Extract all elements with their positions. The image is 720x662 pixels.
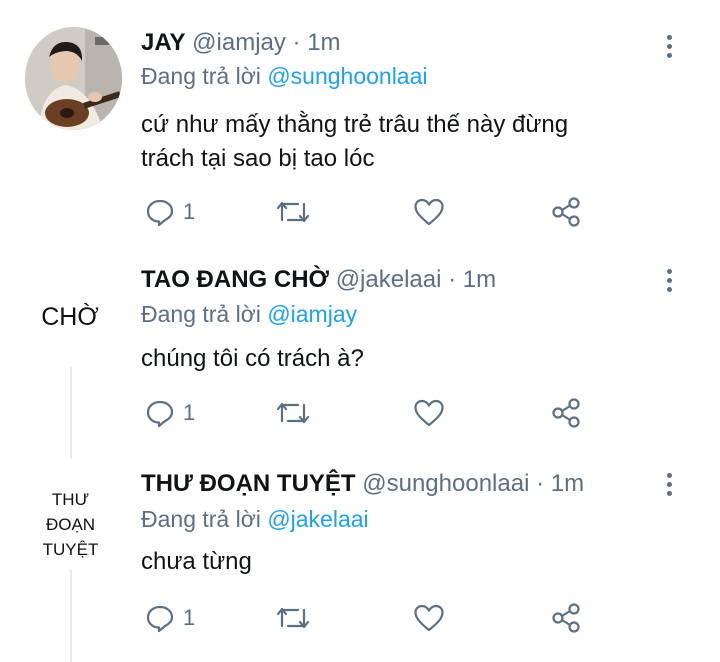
- avatar[interactable]: CHỜ: [30, 297, 110, 337]
- heart-icon: [414, 198, 444, 226]
- tweet-text: cứ như mấy thằng trẻ trâu thế này đừng t…: [141, 108, 661, 176]
- like-button[interactable]: [413, 398, 445, 428]
- avatar[interactable]: [25, 27, 122, 130]
- mention-link[interactable]: @jakelaai: [267, 506, 368, 532]
- reply-icon: [146, 400, 174, 428]
- like-button[interactable]: [413, 197, 445, 227]
- more-options-icon[interactable]: [666, 473, 674, 500]
- retweet-button[interactable]: [276, 604, 310, 632]
- mention-link[interactable]: @sunghoonlaai: [267, 63, 427, 89]
- heart-icon: [414, 604, 444, 632]
- user-handle[interactable]: @iamjay: [192, 29, 286, 56]
- share-button[interactable]: [550, 602, 582, 634]
- tweet[interactable]: JAY @iamjay · 1m Đang trả lời @sunghoonl…: [0, 0, 720, 245]
- like-button[interactable]: [413, 603, 445, 633]
- tweet-text-line: chúng tôi có trách à?: [141, 345, 364, 372]
- avatar[interactable]: THƯ ĐOẠN TUYỆT: [28, 479, 113, 569]
- retweet-button[interactable]: [276, 399, 310, 427]
- reply-prefix: Đang trả lời: [141, 301, 261, 327]
- share-button[interactable]: [550, 196, 582, 228]
- tweet-text: chúng tôi có trách à?: [141, 342, 661, 376]
- tweet-text-line: trách tại sao bị tao lóc: [141, 145, 375, 172]
- display-name[interactable]: JAY: [141, 29, 185, 56]
- share-icon: [552, 398, 580, 428]
- more-options-icon[interactable]: [666, 35, 674, 62]
- reply-button[interactable]: 1: [145, 197, 195, 227]
- reply-icon: [146, 199, 174, 227]
- reply-prefix: Đang trả lời: [141, 506, 261, 532]
- tweet[interactable]: THƯ ĐOẠN TUYỆT THƯ ĐOẠN TUYỆT @sunghoonl…: [0, 455, 720, 662]
- reply-context: Đang trả lời @jakelaai: [141, 504, 369, 534]
- reply-button[interactable]: 1: [145, 398, 195, 428]
- user-handle[interactable]: @sunghoonlaai: [362, 470, 529, 497]
- timestamp[interactable]: · 1m: [536, 470, 584, 497]
- tweet-header: JAY @iamjay · 1m: [141, 28, 341, 58]
- display-name[interactable]: TAO ĐANG CHỜ: [141, 266, 329, 293]
- reply-button[interactable]: 1: [145, 603, 195, 633]
- retweet-icon: [276, 402, 310, 424]
- retweet-icon: [276, 201, 310, 223]
- timestamp[interactable]: · 1m: [448, 266, 496, 293]
- retweet-button[interactable]: [276, 198, 310, 226]
- reply-icon: [146, 605, 174, 633]
- reply-context: Đang trả lời @sunghoonlaai: [141, 61, 428, 91]
- more-options-icon[interactable]: [666, 269, 674, 296]
- mention-link[interactable]: @iamjay: [267, 301, 357, 327]
- reply-count: 1: [183, 400, 196, 425]
- tweet-header: THƯ ĐOẠN TUYỆT @sunghoonlaai · 1m: [141, 469, 584, 499]
- tweet[interactable]: CHỜ TAO ĐANG CHỜ @jakelaai · 1m Đang trả…: [0, 245, 720, 455]
- timestamp[interactable]: · 1m: [293, 29, 341, 56]
- reply-prefix: Đang trả lời: [141, 63, 261, 89]
- avatar-label: TUYỆT: [42, 539, 99, 559]
- reply-count: 1: [183, 605, 196, 630]
- share-button[interactable]: [550, 397, 582, 429]
- reply-context: Đang trả lời @iamjay: [141, 299, 357, 329]
- avatar-photo: [25, 27, 122, 130]
- heart-icon: [414, 399, 444, 427]
- avatar-label: THƯ: [51, 489, 90, 509]
- avatar-label: CHỜ: [41, 302, 99, 331]
- avatar-label: ĐOẠN: [45, 514, 96, 534]
- tweet-text-line: chưa từng: [141, 548, 252, 575]
- tweet-header: TAO ĐANG CHỜ @jakelaai · 1m: [141, 265, 496, 295]
- user-handle[interactable]: @jakelaai: [336, 266, 442, 293]
- share-icon: [552, 603, 580, 633]
- display-name[interactable]: THƯ ĐOẠN TUYỆT: [141, 470, 356, 497]
- retweet-icon: [276, 607, 310, 629]
- reply-count: 1: [183, 199, 196, 224]
- tweet-text-line: cứ như mấy thằng trẻ trâu thế này đừng: [141, 111, 569, 138]
- share-icon: [552, 197, 580, 227]
- tweet-text: chưa từng: [141, 545, 661, 579]
